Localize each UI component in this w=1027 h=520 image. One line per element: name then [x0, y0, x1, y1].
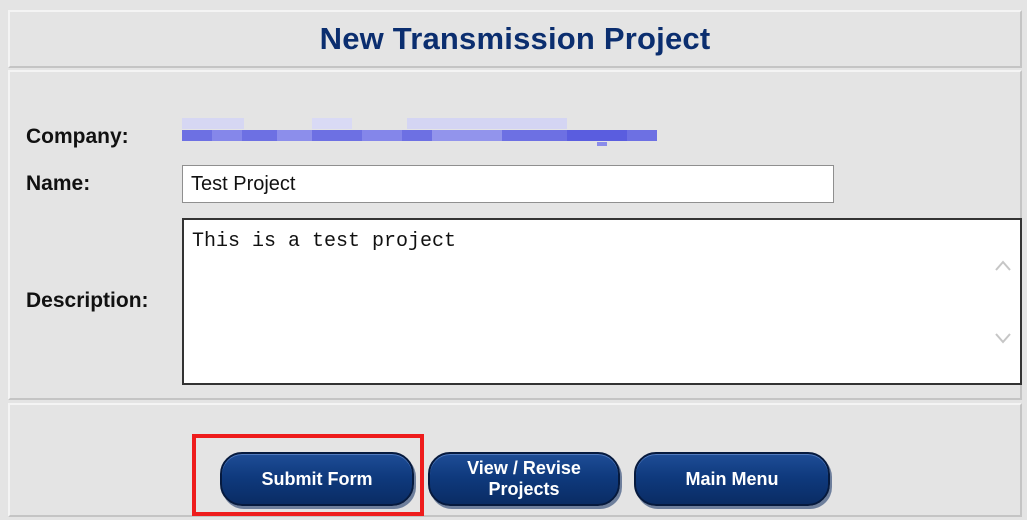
- name-label: Name:: [26, 172, 91, 195]
- chevron-up-icon[interactable]: [993, 256, 1013, 276]
- name-input[interactable]: [182, 165, 834, 203]
- submit-highlight-box: [192, 434, 424, 516]
- view-revise-line1: View / Revise: [467, 458, 581, 478]
- description-label: Description:: [26, 289, 149, 312]
- header-panel: New Transmission Project: [8, 10, 1022, 68]
- description-text: This is a test project: [192, 230, 457, 253]
- main-menu-label: Main Menu: [685, 468, 779, 489]
- company-value-redacted: [182, 118, 657, 148]
- chevron-down-icon[interactable]: [993, 328, 1013, 348]
- form-frame: New Transmission Project Company: Name: …: [0, 0, 1027, 520]
- main-menu-button[interactable]: Main Menu: [634, 452, 830, 506]
- description-scrollbar[interactable]: [986, 220, 1020, 383]
- company-label: Company:: [26, 125, 129, 148]
- page-title: New Transmission Project: [319, 21, 711, 56]
- view-revise-label: View / Revise Projects: [467, 458, 581, 500]
- view-revise-line2: Projects: [488, 479, 560, 499]
- view-revise-projects-button[interactable]: View / Revise Projects: [428, 452, 620, 506]
- description-textarea[interactable]: This is a test project: [182, 218, 1022, 385]
